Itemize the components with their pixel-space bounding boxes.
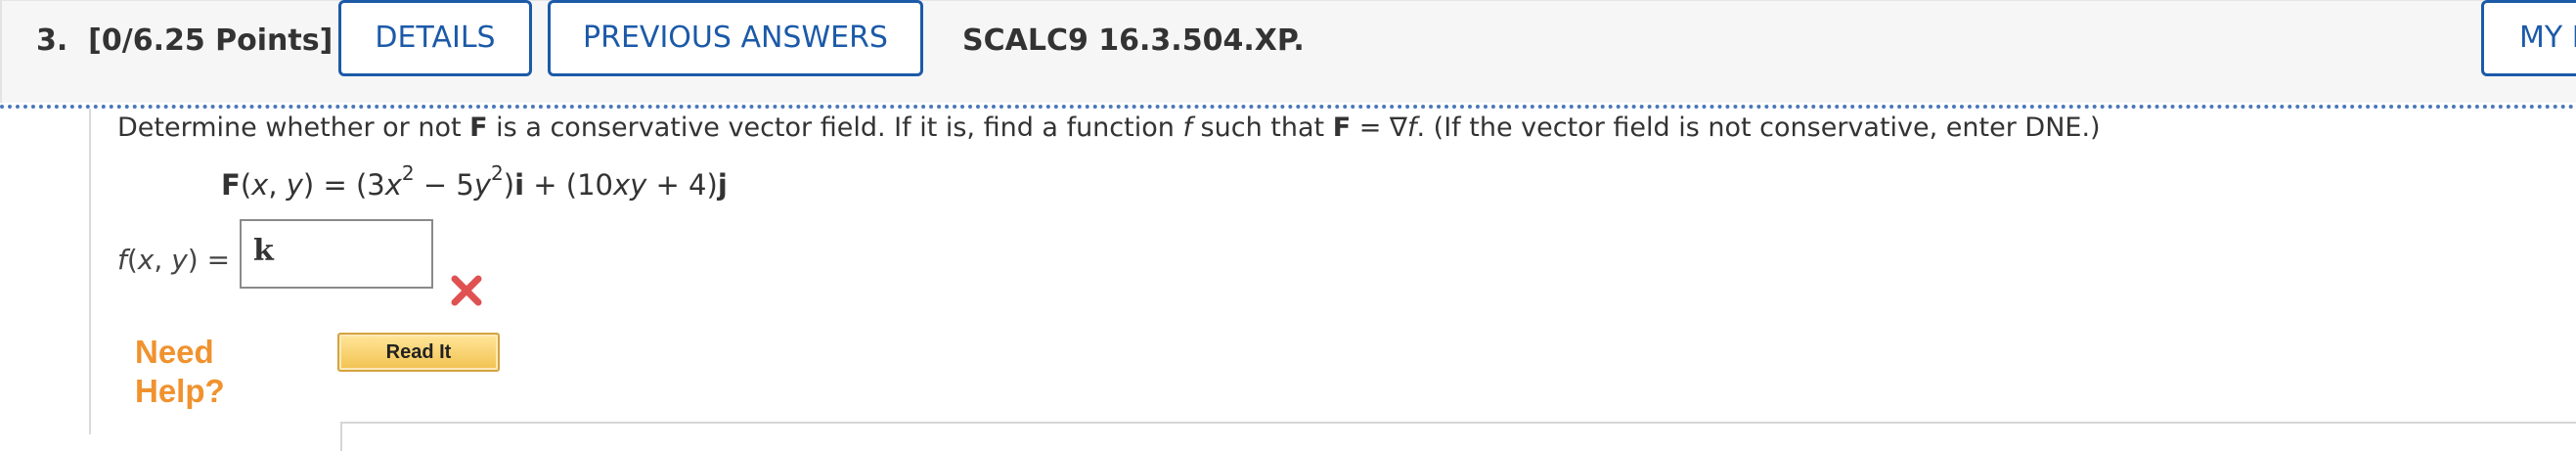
formula-symbol: F: [221, 168, 241, 202]
formula-text: (: [240, 168, 252, 202]
details-button[interactable]: DETAILS: [338, 0, 532, 76]
section-divider: [0, 105, 2576, 109]
formula-variable: y: [473, 168, 492, 202]
question-number: 3.: [36, 23, 68, 58]
label-text: ) =: [187, 244, 231, 276]
formula-text: − 5: [414, 168, 474, 202]
header-left-border: [0, 0, 2, 103]
label-text: y: [171, 244, 188, 276]
answer-input[interactable]: k: [240, 219, 433, 289]
incorrect-x-icon: [451, 275, 482, 306]
statement-text: is a conservative vector field. If it is…: [487, 113, 1183, 143]
answer-label: f(x, y) =: [117, 243, 230, 278]
need-help-label: Need Help?: [135, 334, 225, 409]
formula-exponent: 2: [401, 161, 415, 185]
read-it-button[interactable]: Read It: [337, 333, 500, 372]
formula-variable: y: [286, 168, 303, 202]
question-header: 3. [0/6.25 Points] DETAILS PREVIOUS ANSW…: [0, 0, 2576, 103]
problem-code: SCALC9 16.3.504.XP.: [962, 23, 1305, 58]
formula-text: ,: [268, 168, 287, 202]
previous-answers-button[interactable]: PREVIOUS ANSWERS: [548, 0, 923, 76]
statement-text: Determine whether or not: [117, 113, 470, 143]
unit-vector-i: i: [514, 168, 525, 202]
problem-statement: Determine whether or not F is a conserva…: [117, 111, 2101, 146]
formula-text: + (10: [524, 168, 613, 202]
formula-text: ): [503, 168, 515, 202]
vector-field-symbol: F: [469, 113, 488, 143]
unit-vector-j: j: [717, 168, 728, 202]
label-text: f: [117, 244, 127, 276]
statement-text: . (If the vector field is not conservati…: [1416, 113, 2101, 143]
my-notes-button[interactable]: MY NOTES: [2481, 0, 2576, 76]
question-number-points: 3. [0/6.25 Points]: [36, 22, 333, 61]
vector-field-symbol: F: [1332, 113, 1352, 143]
formula-variable: x: [251, 168, 269, 202]
statement-text: such that: [1191, 113, 1333, 143]
formula-variable: x: [384, 168, 402, 202]
gradient-symbol: = ∇: [1351, 113, 1407, 143]
label-text: x: [137, 244, 155, 276]
label-text: (: [126, 244, 138, 276]
content-left-rule: [89, 109, 91, 434]
formula-text: + 4): [646, 168, 718, 202]
function-symbol: f: [1182, 113, 1192, 143]
formula-exponent: 2: [491, 161, 504, 185]
next-section-box: [340, 422, 2576, 451]
function-symbol: f: [1407, 113, 1417, 143]
formula-text: ) = (3: [302, 168, 385, 202]
question-points: [0/6.25 Points]: [88, 23, 333, 58]
vector-field-formula: F(x, y) = (3x2 − 5y2)i + (10xy + 4)j: [221, 163, 728, 206]
formula-variable: xy: [612, 168, 647, 202]
label-text: ,: [154, 244, 172, 276]
